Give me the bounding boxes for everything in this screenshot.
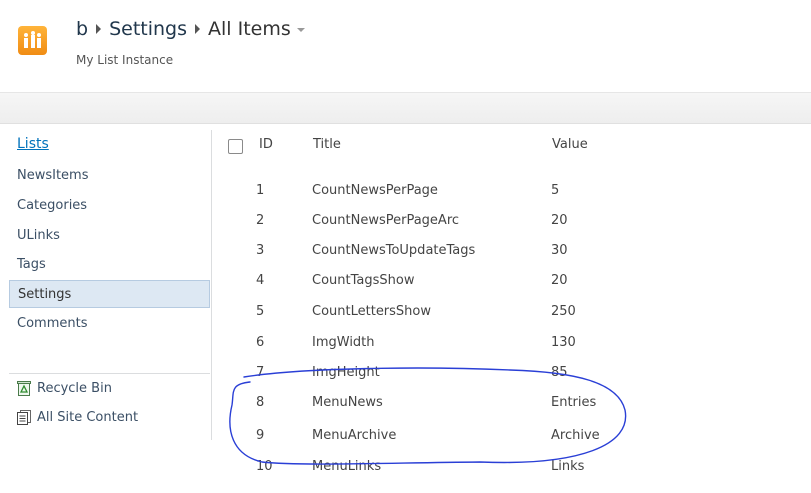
site-logo-icon[interactable] [18, 26, 47, 55]
cell-title: MenuNews [312, 395, 383, 410]
breadcrumb-list-link[interactable]: Settings [109, 18, 187, 40]
cell-value: 5 [551, 183, 560, 198]
page-header: b Settings All Items My List Instance [0, 0, 811, 92]
view-selector[interactable]: All Items [208, 18, 305, 40]
column-header-id[interactable]: ID [259, 137, 273, 152]
cell-title: MenuLinks [312, 459, 382, 474]
quick-launch-divider [9, 373, 210, 374]
cell-title: CountLettersShow [312, 304, 432, 319]
list-description: My List Instance [76, 53, 174, 67]
cell-value: 130 [551, 335, 576, 350]
cell-value: Entries [551, 395, 597, 410]
cell-id: 8 [256, 395, 265, 410]
all-site-content-icon [17, 410, 31, 425]
all-site-content-link[interactable]: All Site Content [17, 410, 138, 425]
cell-title: MenuArchive [312, 428, 397, 443]
sidebar-item-categories[interactable]: Categories [9, 192, 210, 220]
cell-id: 1 [256, 183, 265, 198]
breadcrumb-arrow-icon [96, 23, 102, 34]
breadcrumb-arrow-icon [195, 23, 200, 34]
cell-value: Links [551, 459, 585, 474]
cell-value: 250 [551, 304, 576, 319]
cell-title: CountNewsPerPage [312, 183, 438, 198]
cell-value: 20 [551, 273, 568, 288]
recycle-bin-link[interactable]: Recycle Bin [17, 381, 112, 396]
cell-value: Archive [551, 428, 600, 443]
cell-id: 6 [256, 335, 265, 350]
breadcrumb: b Settings All Items [76, 18, 305, 40]
cell-value: 30 [551, 243, 568, 258]
ribbon-bar [0, 92, 811, 124]
column-header-title[interactable]: Title [313, 137, 341, 152]
cell-title: ImgHeight [312, 365, 380, 380]
quick-launch: Lists NewsItems Categories ULinks Tags S… [9, 130, 212, 440]
select-all-checkbox[interactable] [228, 139, 243, 154]
view-selector-label: All Items [208, 18, 291, 40]
sidebar-item-tags[interactable]: Tags [9, 251, 210, 279]
column-header-value[interactable]: Value [552, 137, 588, 152]
cell-title: CountTagsShow [312, 273, 415, 288]
chevron-down-icon [296, 27, 305, 32]
sidebar-item-newsitems[interactable]: NewsItems [9, 162, 210, 190]
quick-launch-heading-lists[interactable]: Lists [17, 136, 49, 152]
cell-id: 9 [256, 428, 265, 443]
recycle-bin-icon [17, 381, 31, 396]
breadcrumb-site-link[interactable]: b [76, 18, 88, 40]
cell-id: 10 [256, 459, 273, 474]
sidebar-item-settings[interactable]: Settings [9, 280, 210, 308]
sidebar-item-comments[interactable]: Comments [9, 310, 210, 338]
cell-value: 20 [551, 213, 568, 228]
cell-title: ImgWidth [312, 335, 375, 350]
cell-id: 4 [256, 273, 265, 288]
cell-id: 2 [256, 213, 265, 228]
recycle-bin-label: Recycle Bin [37, 381, 112, 396]
all-site-content-label: All Site Content [37, 410, 139, 425]
cell-title: CountNewsToUpdateTags [312, 243, 476, 258]
sidebar-item-ulinks[interactable]: ULinks [9, 222, 210, 250]
cell-value: 85 [551, 365, 568, 380]
cell-title: CountNewsPerPageArc [312, 213, 460, 228]
cell-id: 3 [256, 243, 265, 258]
cell-id: 5 [256, 304, 265, 319]
cell-id: 7 [256, 365, 265, 380]
